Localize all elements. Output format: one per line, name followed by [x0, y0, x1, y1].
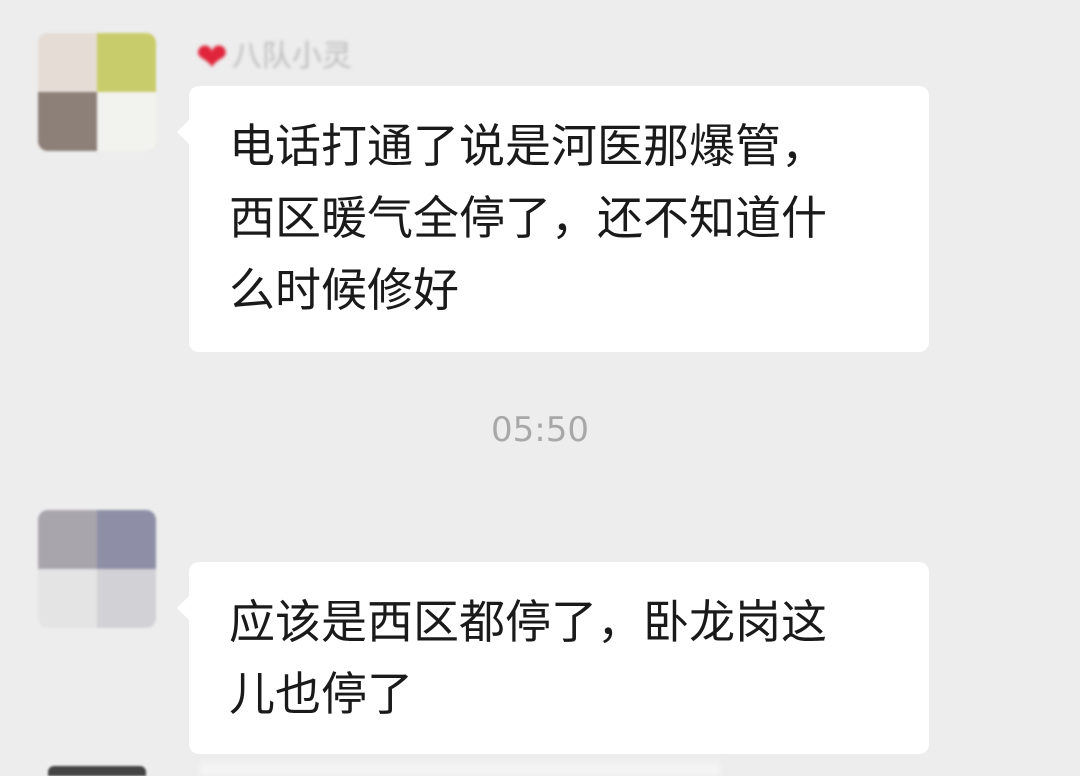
avatar-tile	[38, 92, 97, 151]
message-preview	[200, 762, 720, 776]
avatar[interactable]	[38, 33, 156, 151]
avatar-tile	[38, 33, 97, 92]
avatar	[48, 766, 146, 776]
avatar[interactable]	[38, 510, 156, 628]
sender-name-text: 八队小灵	[231, 39, 352, 74]
message-timestamp: 05:50	[491, 410, 589, 450]
message-bubble[interactable]: 电话打通了说是河医那爆管， 西区暖气全停了，还不知道什 么时候修好	[177, 86, 929, 352]
avatar-tile	[38, 510, 97, 569]
sender-name: ❤ 八队小灵	[196, 37, 352, 77]
message-bubble[interactable]: 应该是西区都停了，卧龙岗这 儿也停了	[177, 562, 929, 754]
avatar-tile	[97, 33, 156, 92]
avatar-tile	[97, 569, 156, 628]
avatar-tile	[97, 510, 156, 569]
avatar-tile	[97, 92, 156, 151]
avatar-tile	[38, 569, 97, 628]
heart-icon: ❤	[196, 35, 228, 79]
